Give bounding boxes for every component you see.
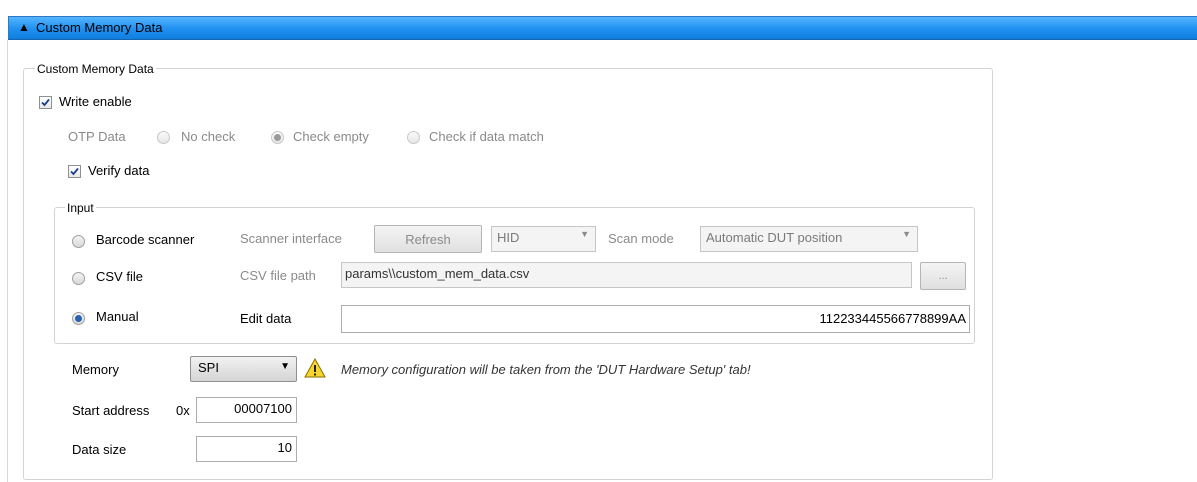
write-enable-checkbox[interactable]	[39, 96, 52, 109]
radio-selected-dot-icon	[75, 315, 82, 322]
scanner-interface-label: Scanner interface	[240, 231, 342, 246]
otp-no-check-label: No check	[181, 129, 236, 144]
otp-check-match-label: Check if data match	[429, 129, 544, 144]
memory-label: Memory	[72, 362, 119, 377]
scanner-interface-value: HID	[497, 230, 520, 245]
top-area	[0, 0, 1197, 10]
edit-data-label: Edit data	[240, 311, 292, 326]
collapse-arrow-icon[interactable]: ▲	[18, 20, 30, 34]
edit-data-value: 112233445566778899AA	[819, 311, 966, 326]
barcode-scanner-label: Barcode scanner	[96, 232, 195, 247]
manual-label: Manual	[96, 309, 139, 324]
scanner-interface-select[interactable]: HID ▼	[491, 226, 596, 252]
otp-check-empty-label: Check empty	[293, 129, 369, 144]
browse-button[interactable]: ...	[920, 262, 966, 290]
section-header[interactable]: ▲ Custom Memory Data	[8, 16, 1197, 40]
csv-file-radio[interactable]	[72, 272, 85, 285]
data-size-value: 10	[277, 440, 292, 455]
otp-data-label: OTP Data	[68, 129, 126, 144]
csv-file-path-input[interactable]: params\\custom_mem_data.csv	[341, 262, 912, 288]
csv-file-path-value: params\\custom_mem_data.csv	[345, 266, 530, 281]
scan-mode-select[interactable]: Automatic DUT position ▼	[700, 226, 918, 252]
start-address-value: 00007100	[234, 401, 292, 416]
scan-mode-value: Automatic DUT position	[706, 230, 843, 245]
chevron-down-icon: ▼	[280, 361, 290, 372]
memory-value: SPI	[198, 360, 219, 375]
otp-check-match-radio[interactable]	[407, 131, 420, 144]
warning-icon	[304, 357, 326, 381]
otp-no-check-radio[interactable]	[157, 131, 170, 144]
verify-data-checkbox[interactable]	[68, 165, 81, 178]
start-address-input[interactable]: 00007100	[196, 397, 297, 423]
csv-file-path-label: CSV file path	[240, 268, 316, 283]
chevron-down-icon: ▼	[580, 229, 589, 239]
radio-selected-dot-icon	[274, 134, 281, 141]
data-size-label: Data size	[72, 442, 127, 457]
start-address-prefix: 0x	[176, 403, 190, 418]
manual-radio[interactable]	[72, 312, 85, 325]
write-enable-label: Write enable	[59, 94, 132, 109]
chevron-down-icon: ▼	[902, 229, 911, 239]
checkmark-icon	[70, 167, 79, 176]
start-address-label: Start address	[72, 403, 150, 418]
section-title: Custom Memory Data	[36, 20, 163, 35]
groupbox-legend: Custom Memory Data	[35, 62, 156, 76]
refresh-button[interactable]: Refresh	[374, 225, 482, 253]
verify-data-label: Verify data	[88, 163, 150, 178]
barcode-scanner-radio[interactable]	[72, 235, 85, 248]
memory-select[interactable]: SPI ▼	[190, 356, 297, 382]
data-size-input[interactable]: 10	[196, 436, 297, 462]
input-legend: Input	[65, 201, 96, 215]
csv-file-label: CSV file	[96, 269, 143, 284]
edit-data-input[interactable]: 112233445566778899AA	[341, 305, 970, 333]
memory-warning-text: Memory configuration will be taken from …	[341, 362, 751, 377]
scan-mode-label: Scan mode	[608, 231, 674, 246]
otp-check-empty-radio[interactable]	[271, 131, 284, 144]
left-divider	[7, 40, 8, 482]
checkmark-icon	[41, 98, 50, 107]
